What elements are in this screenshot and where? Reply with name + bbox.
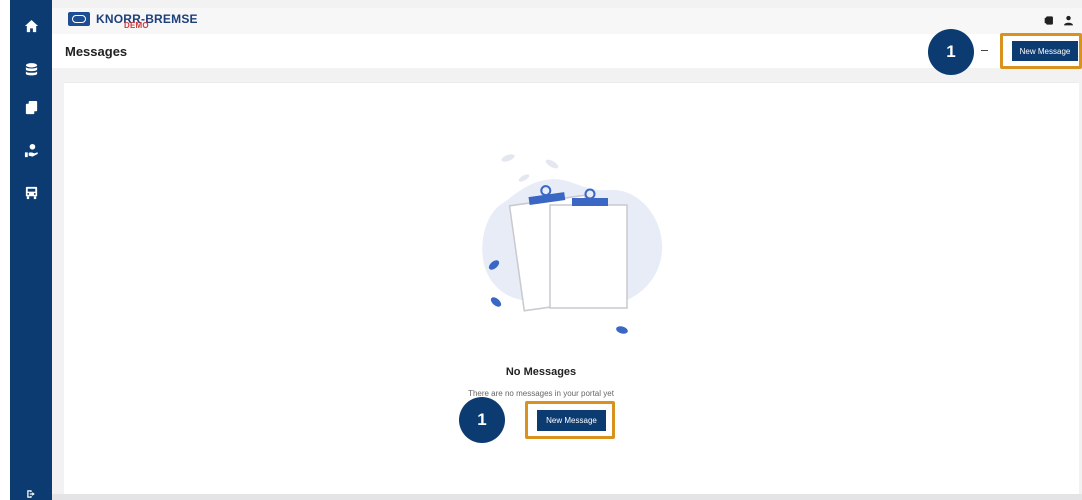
user-icon[interactable]	[1063, 15, 1074, 26]
sidebar-logout-button[interactable]	[10, 488, 52, 500]
step-callout-header: 1	[928, 29, 974, 75]
screen-edge	[0, 0, 10, 500]
logout-icon	[27, 490, 35, 498]
service-hand-icon	[24, 143, 38, 157]
sidebar-item-home[interactable]	[10, 14, 52, 38]
highlight-box-header	[1000, 33, 1082, 69]
brand-name: KNORR-BREMSE DEMO	[96, 12, 198, 30]
pointer-line	[981, 50, 988, 51]
highlight-box-center	[525, 401, 615, 439]
sidebar-item-service[interactable]	[10, 138, 52, 162]
empty-clipboard-illustration	[482, 154, 663, 334]
sidebar-item-database[interactable]	[10, 57, 52, 81]
page-title: Messages	[65, 44, 128, 59]
app-window: KNORR-BREMSE DEMO Messages New Message 1…	[0, 0, 1082, 500]
step-callout-center: 1	[459, 397, 505, 443]
vehicle-icon	[25, 186, 37, 199]
sidebar	[10, 0, 52, 500]
tablet-icon[interactable]	[1044, 15, 1055, 26]
brand-logo[interactable]: KNORR-BREMSE DEMO	[68, 12, 198, 30]
top-right-tools	[1044, 15, 1074, 26]
sidebar-item-vehicles[interactable]	[10, 180, 52, 204]
top-bar	[52, 8, 1082, 34]
database-icon	[25, 62, 37, 75]
demo-badge: DEMO	[124, 21, 149, 30]
empty-state-title: No Messages	[505, 366, 577, 378]
sidebar-item-documents[interactable]	[10, 95, 52, 119]
home-icon	[24, 19, 38, 32]
bottom-edge	[52, 494, 1082, 500]
brand-mark-icon	[68, 12, 90, 26]
documents-icon	[25, 100, 37, 114]
empty-state-text: There are no messages in your portal yet	[468, 389, 614, 398]
